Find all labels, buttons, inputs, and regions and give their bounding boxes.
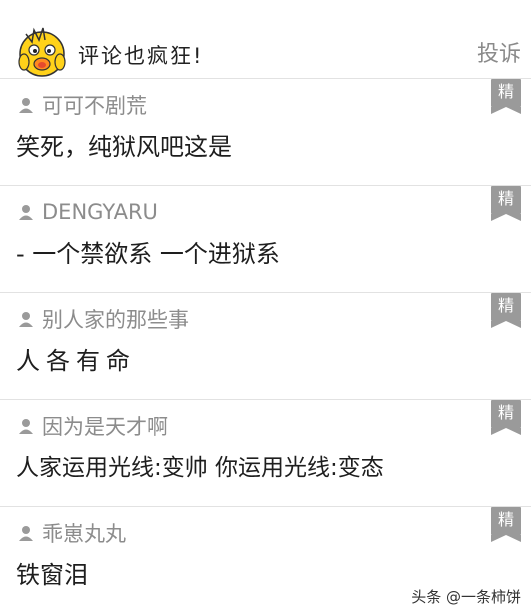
comment-user[interactable]: 因为是天才啊 xyxy=(18,412,168,440)
comment-user[interactable]: 可可不剧荒 xyxy=(18,91,147,119)
user-icon xyxy=(19,205,33,220)
user-icon xyxy=(19,98,33,113)
username: 乖崽丸丸 xyxy=(42,522,126,546)
duck-mascot-icon xyxy=(18,27,66,77)
watermark: 头条 @一条柿饼 xyxy=(411,588,521,606)
featured-badge: 精 xyxy=(491,293,521,328)
comment-text: - 一个禁欲系 一个进狱系 xyxy=(16,240,280,268)
featured-badge: 精 xyxy=(491,507,521,542)
user-icon xyxy=(19,419,33,434)
comment-item: 精 DENGYARU - 一个禁欲系 一个进狱系 xyxy=(0,185,531,293)
comment-item: 精 因为是天才啊 人家运用光线:变帅 你运用光线:变态 xyxy=(0,399,531,507)
report-button[interactable]: 投诉 xyxy=(477,36,521,68)
comment-user[interactable]: DENGYARU xyxy=(18,198,158,226)
comment-user[interactable]: 乖崽丸丸 xyxy=(18,519,126,547)
featured-badge: 精 xyxy=(491,186,521,221)
comment-text: 人家运用光线:变帅 你运用光线:变态 xyxy=(16,455,384,481)
comment-item: 精 别人家的那些事 人各有命 xyxy=(0,292,531,400)
user-icon xyxy=(19,312,33,327)
featured-badge: 精 xyxy=(491,79,521,114)
comment-user[interactable]: 别人家的那些事 xyxy=(18,305,189,333)
comment-text: 笑死，纯狱风吧这是 xyxy=(16,133,232,161)
comment-item: 精 可可不剧荒 笑死，纯狱风吧这是 xyxy=(0,78,531,186)
username: 因为是天才啊 xyxy=(42,415,168,439)
user-icon xyxy=(19,526,33,541)
username: DENGYARU xyxy=(42,200,158,224)
comment-text: 人各有命 xyxy=(16,347,136,375)
comments-header: 评论也疯狂! 投诉 xyxy=(0,0,531,78)
username: 别人家的那些事 xyxy=(42,308,189,332)
featured-badge: 精 xyxy=(491,400,521,435)
comment-text: 铁窗泪 xyxy=(16,561,88,589)
page-title: 评论也疯狂! xyxy=(78,44,204,68)
username: 可可不剧荒 xyxy=(42,94,147,118)
